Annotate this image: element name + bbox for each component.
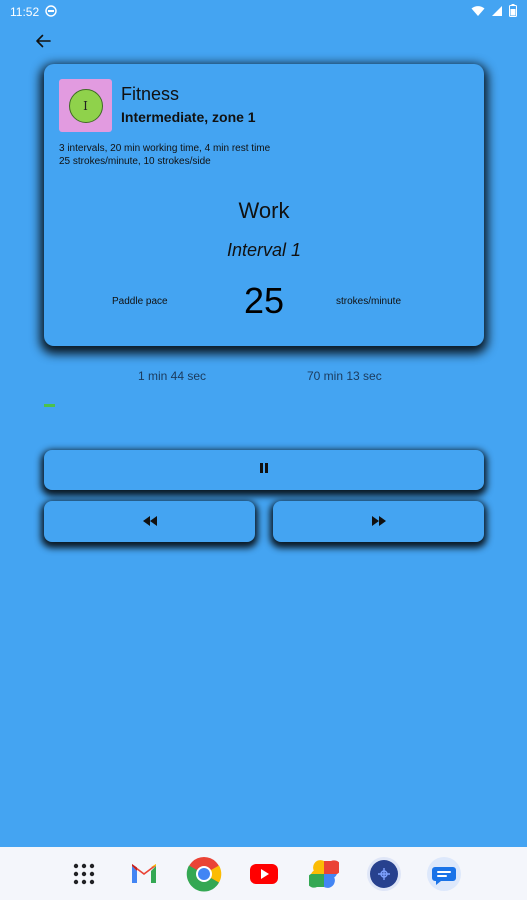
interval-label: Interval 1 [226,240,302,260]
status-right [471,4,517,20]
program-level: Intermediate, zone 1 [121,109,256,125]
fast-forward-button[interactable] [273,501,484,542]
phase-label: Work [238,198,290,223]
program-avatar: I [59,79,112,132]
gmail-icon[interactable] [125,855,163,893]
rewind-icon [142,513,158,531]
signal-icon [491,5,503,20]
back-button[interactable] [30,30,56,56]
app-dock [0,847,527,900]
fast-forward-icon [371,513,387,531]
interval-timer: 1 min 44 sec [138,369,207,383]
photos-icon[interactable] [305,855,343,893]
notification-icon [45,4,57,20]
status-time: 11:52 [10,5,40,19]
total-timer: 70 min 13 sec [307,369,382,383]
progress-fill [44,404,55,407]
pace-unit: strokes/minute [336,296,402,307]
battery-icon [509,4,517,20]
status-bar: 11:52 [0,0,527,24]
pause-icon [258,461,270,479]
chrome-icon[interactable] [185,855,223,893]
messages-icon[interactable] [425,855,463,893]
avatar-circle: I [68,88,103,123]
status-left: 11:52 [10,4,57,20]
rewind-button[interactable] [44,501,255,542]
assistant-icon[interactable] [365,855,403,893]
youtube-icon[interactable] [245,855,283,893]
session-card: I Fitness Intermediate, zone 1 3 interva… [44,64,484,346]
program-summary: 3 intervals, 20 min working time, 4 min … [59,142,270,168]
avatar-letter: I [83,98,88,113]
wifi-icon [471,5,485,20]
progress-bar [44,404,484,407]
app-drawer-icon[interactable] [65,855,103,893]
pause-button[interactable] [44,450,484,490]
summary-line-2: 25 strokes/minute, 10 strokes/side [59,156,211,167]
summary-line-1: 3 intervals, 20 min working time, 4 min … [59,143,271,154]
arrow-left-icon [35,33,51,54]
program-name: Fitness [121,84,180,104]
pace-value: 25 [243,280,285,321]
